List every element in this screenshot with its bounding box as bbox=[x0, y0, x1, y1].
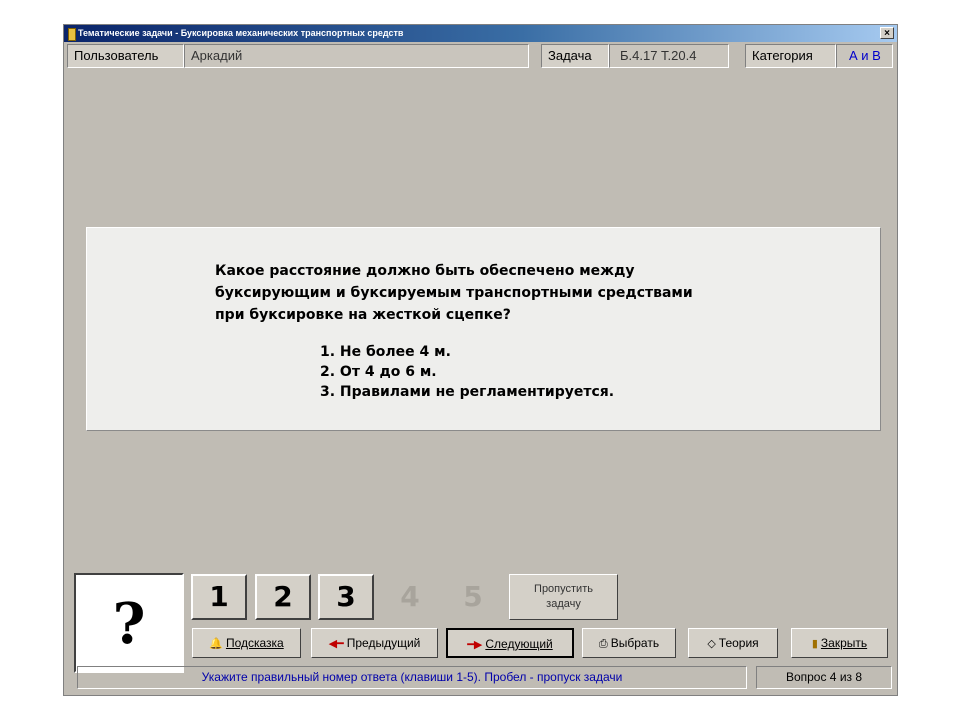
answer-button-1[interactable]: 1 bbox=[191, 574, 247, 620]
skip-task-button[interactable]: Пропустить задачу bbox=[509, 574, 618, 620]
next-button[interactable]: ━▶ Следующий bbox=[446, 628, 574, 658]
previous-button[interactable]: ◀━ Предыдущий bbox=[311, 628, 438, 658]
task-value: Б.4.17 Т.20.4 bbox=[609, 44, 729, 68]
answer-options: 1. Не более 4 м. 2. От 4 до 6 м. 3. Прав… bbox=[320, 342, 614, 402]
book-icon: ◇ bbox=[707, 638, 716, 650]
skip-label-line1: Пропустить bbox=[534, 583, 593, 595]
title-bar[interactable]: Тематические задачи - Буксировка механич… bbox=[64, 25, 897, 42]
answer-button-2[interactable]: 2 bbox=[255, 574, 311, 620]
status-bar: Укажите правильный номер ответа (клавиши… bbox=[67, 666, 896, 689]
close-button[interactable]: ▮ Закрыть bbox=[791, 628, 888, 658]
answer-indicator: ? bbox=[74, 573, 184, 673]
theory-label: Теория bbox=[718, 636, 759, 650]
skip-label-line2: задачу bbox=[546, 598, 581, 610]
arrow-left-icon: ◀━ bbox=[328, 638, 344, 650]
task-label: Задача bbox=[541, 44, 609, 68]
app-window: Тематические задачи - Буксировка механич… bbox=[63, 24, 898, 696]
close-label: Закрыть bbox=[820, 636, 868, 650]
previous-label: Предыдущий bbox=[346, 636, 421, 650]
user-label: Пользователь bbox=[67, 44, 184, 68]
hint-button[interactable]: 🔔 Подсказка bbox=[192, 628, 301, 658]
next-label: Следующий bbox=[485, 637, 553, 651]
question-line: буксирующим и буксируемым транспортными … bbox=[215, 285, 693, 301]
answer-button-5: 5 bbox=[463, 580, 483, 613]
answer-option-1: 1. Не более 4 м. bbox=[320, 344, 451, 360]
choose-label: Выбрать bbox=[610, 636, 660, 650]
theory-button[interactable]: ◇ Теория bbox=[688, 628, 778, 658]
question-line: при буксировке на жесткой сцепке? bbox=[215, 307, 511, 323]
status-message: Укажите правильный номер ответа (клавиши… bbox=[77, 666, 747, 689]
door-icon: ▮ bbox=[811, 638, 818, 650]
info-bar: Пользователь Аркадий Задача Б.4.17 Т.20.… bbox=[67, 44, 896, 68]
arrow-right-icon: ━▶ bbox=[467, 639, 483, 651]
choose-button[interactable]: ⎙ Выбрать bbox=[582, 628, 676, 658]
bell-icon: 🔔 bbox=[209, 638, 223, 650]
window-close-button[interactable]: × bbox=[880, 27, 894, 39]
question-line: Какое расстояние должно быть обеспечено … bbox=[215, 263, 635, 279]
hint-label: Подсказка bbox=[225, 636, 284, 650]
category-value: А и В bbox=[836, 44, 893, 68]
question-panel: Какое расстояние должно быть обеспечено … bbox=[86, 227, 881, 431]
category-label: Категория bbox=[745, 44, 836, 68]
printer-icon: ⎙ bbox=[598, 638, 608, 650]
answer-option-2: 2. От 4 до 6 м. bbox=[320, 364, 437, 380]
answer-button-4: 4 bbox=[400, 580, 420, 613]
answer-option-3: 3. Правилами не регламентируется. bbox=[320, 384, 615, 400]
app-icon bbox=[68, 28, 76, 41]
question-text: Какое расстояние должно быть обеспечено … bbox=[215, 260, 775, 326]
window-title: Тематические задачи - Буксировка механич… bbox=[78, 28, 404, 38]
user-value: Аркадий bbox=[184, 44, 529, 68]
question-counter: Вопрос 4 из 8 bbox=[756, 666, 892, 689]
answer-button-3[interactable]: 3 bbox=[318, 574, 374, 620]
